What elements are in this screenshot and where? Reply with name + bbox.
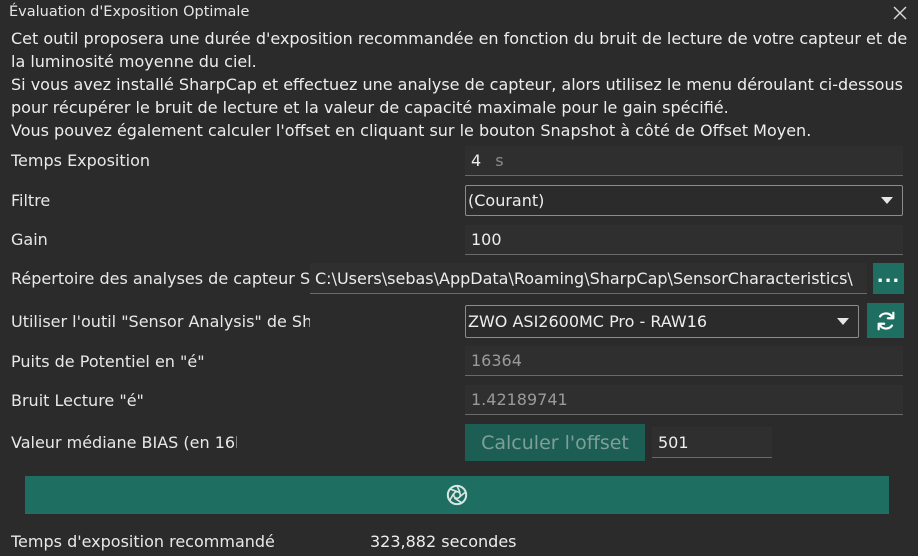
- exposure-input[interactable]: 4 s: [465, 146, 903, 176]
- title-bar: Évaluation d'Exposition Optimale: [0, 0, 918, 26]
- browse-button[interactable]: ...: [873, 263, 904, 294]
- filter-label: Filtre: [11, 191, 51, 210]
- full-well-label: Puits de Potentiel en "é": [11, 352, 205, 371]
- chevron-down-icon: [837, 318, 849, 325]
- result-value: 323,882 secondes: [370, 532, 517, 551]
- exposure-label: Temps Exposition: [11, 151, 151, 170]
- full-well-value: 16364: [471, 351, 522, 370]
- read-noise-value: 1.42189741: [471, 390, 568, 409]
- gain-input[interactable]: 100: [465, 225, 903, 255]
- result-label: Temps d'exposition recommandé: [11, 532, 275, 551]
- description-line: Cet outil proposera une durée d'expositi…: [11, 29, 908, 48]
- window-title: Évaluation d'Exposition Optimale: [9, 4, 250, 20]
- description-line: pour récupérer le bruit de lecture et la…: [11, 98, 729, 117]
- snapshot-button[interactable]: [25, 476, 889, 514]
- description-text: Cet outil proposera une durée d'expositi…: [11, 27, 911, 142]
- chevron-down-icon: [881, 197, 893, 204]
- description-line: la luminosité moyenne du ciel.: [11, 52, 257, 71]
- exposure-unit: s: [495, 151, 504, 170]
- sensor-profile-select[interactable]: ZWO ASI2600MC Pro - RAW16: [465, 305, 859, 338]
- close-icon: [893, 6, 907, 20]
- gain-label: Gain: [11, 230, 48, 249]
- sensor-tool-label: Utiliser l'outil "Sensor Analysis" de Sh…: [11, 312, 310, 331]
- refresh-icon: [877, 311, 894, 330]
- read-noise-label: Bruit Lecture "é": [11, 391, 144, 410]
- sensor-dir-path: C:\Users\sebas\AppData\Roaming\SharpCap\…: [315, 268, 853, 288]
- description-line: Si vous avez installé SharpCap et effect…: [11, 75, 903, 94]
- sensor-profile-selected-value: ZWO ASI2600MC Pro - RAW16: [468, 312, 708, 331]
- camera-shutter-icon: [446, 484, 468, 506]
- filter-select[interactable]: (Courant): [465, 185, 903, 216]
- sensor-dir-label: Répertoire des analyses de capteur Sharp…: [11, 269, 310, 288]
- read-noise-field: 1.42189741: [465, 385, 903, 415]
- exposure-value: 4: [471, 151, 482, 170]
- ellipsis-icon: ...: [876, 266, 901, 287]
- filter-selected-value: (Courant): [468, 191, 545, 210]
- sensor-dir-input[interactable]: C:\Users\sebas\AppData\Roaming\SharpCap\…: [310, 263, 867, 294]
- gain-value: 100: [471, 230, 502, 249]
- close-button[interactable]: [888, 2, 912, 24]
- calculate-offset-button[interactable]: Calculer l'offset: [465, 424, 645, 461]
- bias-label: Valeur médiane BIAS (en 16bit): [11, 433, 237, 452]
- full-well-field: 16364: [465, 346, 903, 376]
- description-line: Vous pouvez également calculer l'offset …: [11, 121, 812, 140]
- bias-input[interactable]: 501: [652, 427, 772, 458]
- bias-value: 501: [658, 432, 689, 452]
- refresh-button[interactable]: [867, 303, 904, 338]
